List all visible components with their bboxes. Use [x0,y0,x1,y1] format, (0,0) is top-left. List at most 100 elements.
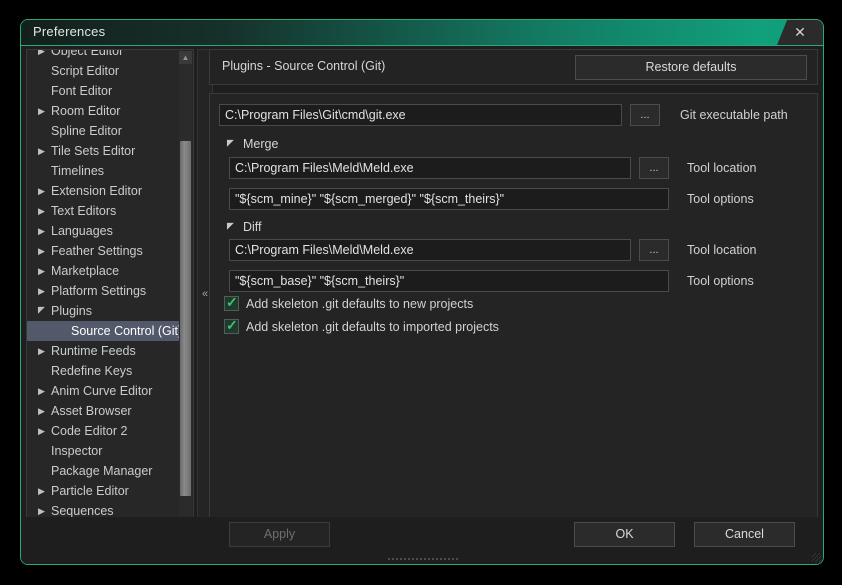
sidebar-item-label: Source Control (Git) [71,324,183,338]
sidebar-item-label: Feather Settings [51,244,143,258]
restore-defaults-button[interactable]: Restore defaults [575,55,807,80]
triangle-right-icon[interactable] [38,141,48,161]
scrollbar-thumb[interactable] [180,141,191,496]
triangle-right-icon[interactable] [38,261,48,281]
triangle-right-icon[interactable] [38,281,48,301]
close-icon[interactable] [777,20,823,45]
git-executable-path-label: Git executable path [680,108,788,122]
sidebar-item-label: Timelines [51,164,105,178]
triangle-right-icon[interactable] [38,221,48,241]
triangle-right-icon[interactable] [38,421,48,441]
triangle-right-icon[interactable] [38,381,48,401]
sidebar-item-script-editor[interactable]: Script Editor [27,61,179,81]
sidebar-item-object-editor[interactable]: Object Editor [27,49,179,61]
git-executable-browse-button[interactable]: ... [630,104,660,126]
window-body: Object Editor Script Editor Font Editor Roo… [21,46,823,564]
diff-tool-location-browse-button[interactable]: ... [639,239,669,261]
sidebar-item-label: Code Editor 2 [51,424,128,438]
sidebar-item-label: Text Editors [51,204,117,218]
dialog-footer: Apply OK Cancel [21,517,823,564]
triangle-down-icon [227,218,234,236]
sidebar-item-tile-sets-editor[interactable]: Tile Sets Editor [27,141,179,161]
triangle-right-icon[interactable] [38,401,48,421]
sidebar-item-label: Inspector [51,444,103,458]
sidebar-item-text-editors[interactable]: Text Editors [27,201,179,221]
apply-button[interactable]: Apply [229,522,330,547]
triangle-right-icon[interactable] [38,181,48,201]
merge-tool-location-input[interactable]: C:\Program Files\Meld\Meld.exe [229,157,631,179]
sidebar-item-label: Marketplace [51,264,120,278]
tree-list: Object Editor Script Editor Font Editor Roo… [27,49,183,521]
cancel-button[interactable]: Cancel [694,522,795,547]
sidebar-item-label: Particle Editor [51,484,129,498]
sidebar-item-anim-curve-editor[interactable]: Anim Curve Editor [27,381,179,401]
sidebar-item-label: Asset Browser [51,404,132,418]
checkbox-label-imported-projects: Add skeleton .git defaults to imported p… [246,320,499,334]
sidebar-item-label: Room Editor [51,104,121,118]
sidebar-item-label: Spline Editor [51,124,122,138]
triangle-right-icon[interactable] [38,481,48,501]
diff-tool-location-input[interactable]: C:\Program Files\Meld\Meld.exe [229,239,631,261]
sidebar-item-label: Plugins [51,304,92,318]
checkbox-checked-icon[interactable] [224,317,239,334]
triangle-down-icon [227,135,234,153]
merge-tool-location-browse-button[interactable]: ... [639,157,669,179]
sidebar-item-label: Platform Settings [51,284,147,298]
sidebar-item-timelines[interactable]: Timelines [27,161,179,181]
sidebar-item-redefine-keys[interactable]: Redefine Keys [27,361,179,381]
sidebar-item-package-manager[interactable]: Package Manager [27,461,179,481]
merge-tool-options-input[interactable]: "${scm_mine}" "${scm_merged}" "${scm_the… [229,188,669,210]
ok-button[interactable]: OK [574,522,675,547]
sidebar-item-font-editor[interactable]: Font Editor [27,81,179,101]
sidebar-item-source-control-git[interactable]: Source Control (Git) [27,321,183,341]
sidebar-item-room-editor[interactable]: Room Editor [27,101,179,121]
sidebar-item-label: Package Manager [51,464,153,478]
sidebar-item-asset-browser[interactable]: Asset Browser [27,401,179,421]
settings-content: C:\Program Files\Git\cmd\git.exe ... Git… [209,93,818,539]
sidebar-item-code-editor-2[interactable]: Code Editor 2 [27,421,179,441]
settings-tree[interactable]: Object Editor Script Editor Font Editor Roo… [26,49,194,539]
sidebar-item-spline-editor[interactable]: Spline Editor [27,121,179,141]
sidebar-item-label: Anim Curve Editor [51,384,153,398]
sidebar-item-label: Redefine Keys [51,364,133,378]
screen: Preferences Object Editor Script Editor Fo… [0,0,842,585]
sidebar-item-languages[interactable]: Languages [27,221,179,241]
sidebar-item-plugins[interactable]: Plugins [27,301,179,321]
checkbox-checked-icon[interactable] [224,294,239,311]
checkbox-label-new-projects: Add skeleton .git defaults to new projec… [246,297,474,311]
sidebar-item-feather-settings[interactable]: Feather Settings [27,241,179,261]
git-executable-path-input[interactable]: C:\Program Files\Git\cmd\git.exe [219,104,622,126]
triangle-right-icon[interactable] [38,241,48,261]
main-panel: Plugins - Source Control (Git) Restore d… [209,49,820,539]
merge-tool-location-label: Tool location [687,161,757,175]
sidebar-item-extension-editor[interactable]: Extension Editor [27,181,179,201]
sidebar-scrollbar[interactable] [179,51,192,537]
window-drag-grip[interactable] [387,557,459,561]
sidebar-item-label: Object Editor [51,49,124,58]
merge-group-header[interactable]: Merge [227,135,278,153]
triangle-right-icon[interactable] [38,101,48,121]
diff-tool-options-input[interactable]: "${scm_base}" "${scm_theirs}" [229,270,669,292]
window-resize-grip[interactable] [811,552,822,563]
chevron-left-double-icon: « [201,288,209,300]
sidebar-item-label: Extension Editor [51,184,143,198]
triangle-down-icon[interactable] [38,301,48,321]
scroll-up-icon[interactable] [179,51,192,64]
sidebar-item-platform-settings[interactable]: Platform Settings [27,281,179,301]
title-bar[interactable]: Preferences [21,20,823,46]
triangle-right-icon[interactable] [38,201,48,221]
diff-tool-location-label: Tool location [687,243,757,257]
sidebar-item-marketplace[interactable]: Marketplace [27,261,179,281]
preferences-window: Preferences Object Editor Script Editor Fo… [20,19,824,565]
page-title: Plugins - Source Control (Git) [222,59,386,73]
diff-group-header[interactable]: Diff [227,218,262,236]
triangle-right-icon[interactable] [38,341,48,361]
sidebar-item-label: Runtime Feeds [51,344,136,358]
panel-header: Plugins - Source Control (Git) Restore d… [209,49,818,85]
sidebar-item-inspector[interactable]: Inspector [27,441,179,461]
sidebar-item-runtime-feeds[interactable]: Runtime Feeds [27,341,179,361]
sidebar-item-label: Tile Sets Editor [51,144,136,158]
sidebar-item-particle-editor[interactable]: Particle Editor [27,481,179,501]
triangle-right-icon[interactable] [38,50,48,61]
sidebar-item-label: Sequences [51,504,114,518]
